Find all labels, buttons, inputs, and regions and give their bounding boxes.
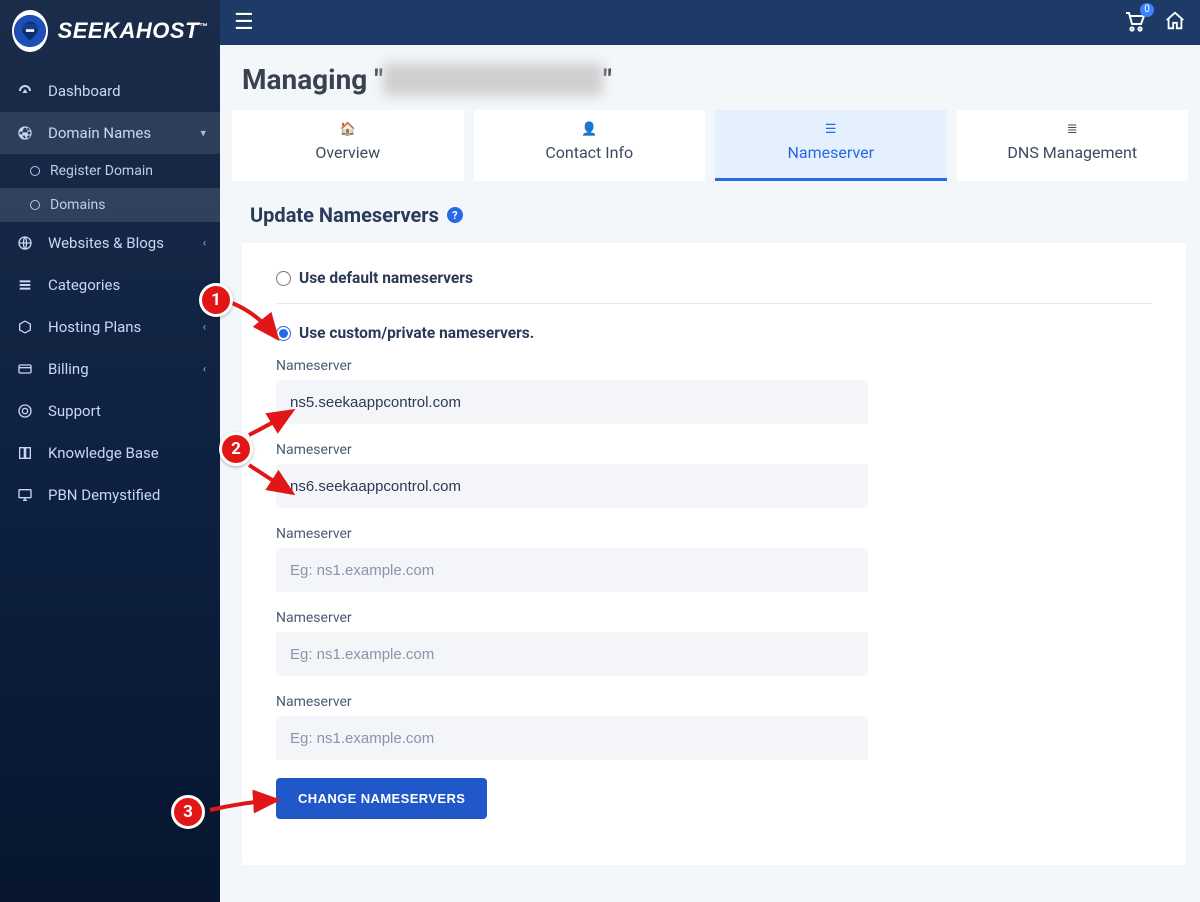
brand-logo[interactable]: SEEKAHOST™: [0, 0, 220, 70]
sidebar-item-label: Billing: [48, 360, 89, 378]
sidebar-item-label: Support: [48, 402, 101, 420]
sidebar-item-billing[interactable]: Billing ‹: [0, 348, 220, 390]
ns-label: Nameserver: [276, 694, 1152, 710]
globe-icon: [16, 125, 34, 141]
sidebar-item-label: Websites & Blogs: [48, 234, 164, 252]
cube-icon: [16, 319, 34, 335]
nameservers-panel: Use default nameservers Use custom/priva…: [242, 243, 1186, 865]
main-nav: Dashboard Domain Names ▾ Register Domain…: [0, 70, 220, 516]
home-button[interactable]: [1164, 10, 1186, 36]
ns-label: Nameserver: [276, 610, 1152, 626]
sidebar-item-label: Hosting Plans: [48, 318, 141, 336]
home-icon: [1164, 10, 1186, 32]
tab-label: Overview: [315, 143, 380, 162]
radio-default-label: Use default nameservers: [299, 269, 473, 287]
sidebar-item-label: Knowledge Base: [48, 444, 159, 462]
sidebar-item-hosting[interactable]: Hosting Plans ‹: [0, 306, 220, 348]
brand-name: SEEKAHOST™: [58, 18, 208, 44]
main-content: Managing "example-domain" 🏠 Overview 👤 C…: [220, 45, 1200, 902]
tab-bar: 🏠 Overview 👤 Contact Info ☰ Nameserver ≣…: [232, 110, 1188, 181]
sidebar: SEEKAHOST™ Dashboard Domain Names ▾ Regi…: [0, 0, 220, 902]
ns-label: Nameserver: [276, 526, 1152, 542]
change-nameservers-button[interactable]: CHANGE NAMESERVERS: [276, 778, 487, 819]
sidebar-item-websites[interactable]: Websites & Blogs ‹: [0, 222, 220, 264]
ns-input-2[interactable]: [276, 464, 868, 508]
tab-overview[interactable]: 🏠 Overview: [232, 110, 464, 181]
sidebar-item-kb[interactable]: Knowledge Base: [0, 432, 220, 474]
sidebar-item-label: Domain Names: [48, 124, 151, 142]
sidebar-sub-domains[interactable]: Domains: [0, 188, 220, 222]
radio-custom-label: Use custom/private nameservers.: [299, 324, 534, 342]
page-title: Managing "example-domain": [220, 55, 1200, 110]
cart-count-badge: 0: [1140, 3, 1154, 17]
divider: [276, 303, 1152, 304]
stack-icon: ≣: [965, 122, 1181, 137]
monitor-icon: [16, 487, 34, 503]
book-icon: [16, 445, 34, 461]
chevron-left-icon: ‹: [203, 363, 206, 376]
tab-label: Nameserver: [788, 143, 875, 162]
radio-default[interactable]: [276, 271, 291, 286]
sidebar-item-label: Categories: [48, 276, 120, 294]
radio-custom-row[interactable]: Use custom/private nameservers.: [276, 324, 1152, 342]
sidebar-item-domain-names[interactable]: Domain Names ▾: [0, 112, 220, 154]
tab-nameserver[interactable]: ☰ Nameserver: [715, 110, 947, 181]
sidebar-item-label: PBN Demystified: [48, 486, 160, 504]
chevron-down-icon: ▾: [200, 127, 206, 140]
radio-default-row[interactable]: Use default nameservers: [276, 269, 1152, 287]
ns-input-5[interactable]: [276, 716, 868, 760]
menu-toggle-icon[interactable]: ☰: [234, 10, 254, 35]
radio-custom[interactable]: [276, 326, 291, 341]
tab-label: DNS Management: [1007, 143, 1137, 162]
globe-icon: [16, 235, 34, 251]
redacted-domain: example-domain: [383, 63, 603, 96]
topbar: ☰ 0: [220, 0, 1200, 45]
list-icon: [16, 277, 34, 293]
cart-button[interactable]: 0: [1122, 9, 1146, 37]
gauge-icon: [16, 83, 34, 99]
sidebar-item-support[interactable]: Support: [0, 390, 220, 432]
ns-label: Nameserver: [276, 358, 1152, 374]
lifebuoy-icon: [16, 403, 34, 419]
brand-mark: [12, 10, 48, 52]
sidebar-sub-register-domain[interactable]: Register Domain: [0, 154, 220, 188]
server-icon: ☰: [723, 122, 939, 137]
user-icon: 👤: [482, 122, 698, 137]
sidebar-sub-label: Register Domain: [50, 163, 153, 179]
sidebar-item-pbn[interactable]: PBN Demystified: [0, 474, 220, 516]
chevron-left-icon: ‹: [203, 237, 206, 250]
ns-input-3[interactable]: [276, 548, 868, 592]
bullet-icon: [30, 200, 40, 210]
sidebar-item-label: Dashboard: [48, 82, 121, 100]
ns-input-1[interactable]: [276, 380, 868, 424]
bullet-icon: [30, 166, 40, 176]
tab-contact-info[interactable]: 👤 Contact Info: [474, 110, 706, 181]
ns-label: Nameserver: [276, 442, 1152, 458]
ns-input-4[interactable]: [276, 632, 868, 676]
chevron-left-icon: ‹: [203, 321, 206, 334]
home-icon: 🏠: [240, 122, 456, 137]
tab-dns[interactable]: ≣ DNS Management: [957, 110, 1189, 181]
help-icon[interactable]: ?: [447, 207, 463, 223]
section-title: Update Nameservers ?: [220, 199, 1200, 235]
tab-label: Contact Info: [545, 143, 633, 162]
sidebar-sub-label: Domains: [50, 197, 105, 213]
sidebar-item-dashboard[interactable]: Dashboard: [0, 70, 220, 112]
sidebar-item-categories[interactable]: Categories: [0, 264, 220, 306]
card-icon: [16, 361, 34, 377]
